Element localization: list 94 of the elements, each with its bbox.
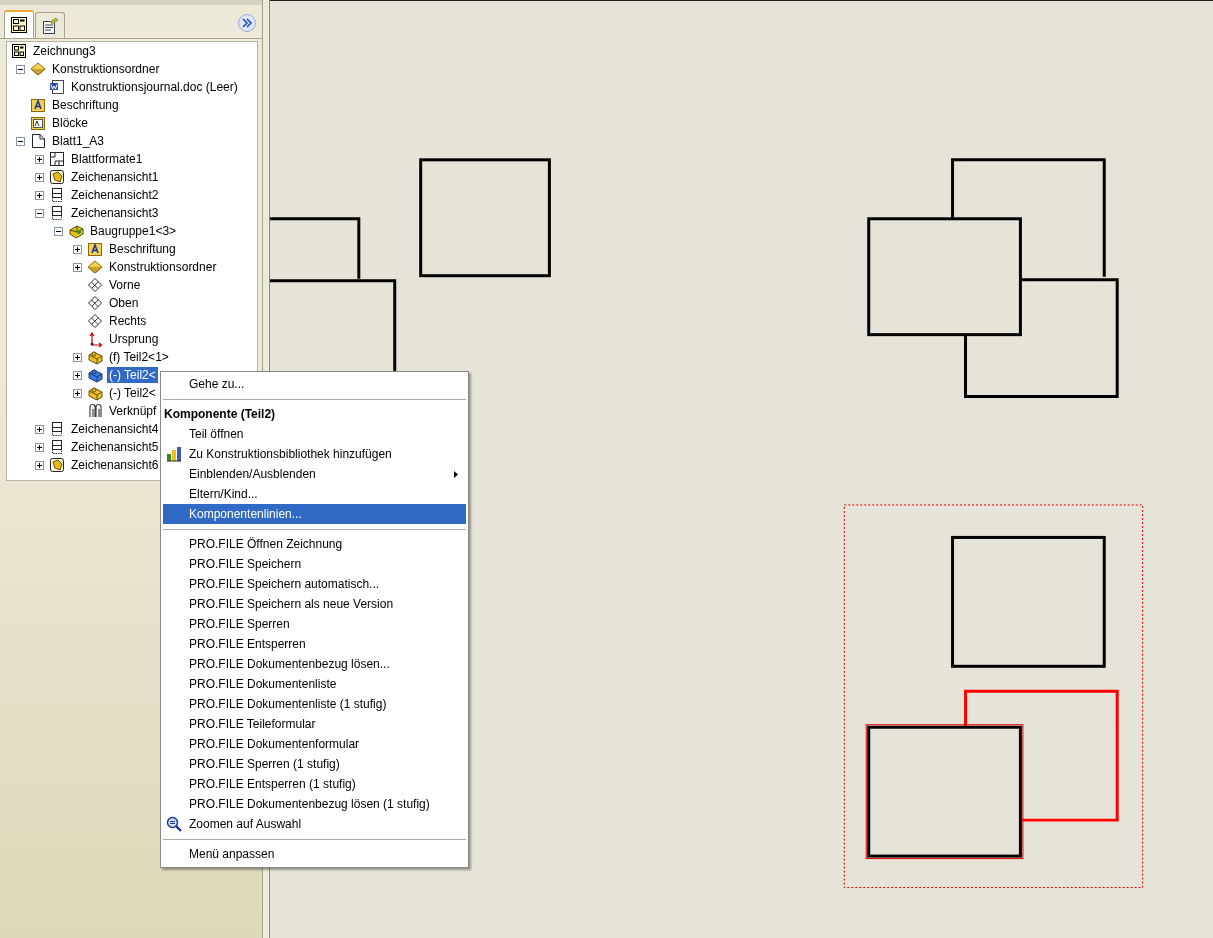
menu-item[interactable]: PRO.FILE Teileformular (163, 714, 466, 734)
tree-item[interactable]: Beschriftung (107, 241, 178, 257)
part-view-icon (49, 169, 65, 185)
tree-item[interactable]: Zeichenansicht2 (69, 187, 161, 203)
part-view-icon (49, 457, 65, 473)
expand-toggle[interactable] (73, 388, 82, 398)
tree-item[interactable]: Blöcke (50, 115, 91, 131)
tree-item[interactable]: Blatt1_A3 (50, 133, 107, 149)
menu-item[interactable]: PRO.FILE Sperren (163, 614, 466, 634)
expand-toggle[interactable] (35, 460, 44, 470)
drawing-icon (11, 43, 27, 59)
panel-tab[interactable] (4, 10, 34, 38)
document-icon (49, 79, 65, 95)
annotation-icon (30, 97, 46, 113)
expand-toggle[interactable] (73, 352, 82, 362)
expand-toggle[interactable] (73, 244, 82, 254)
menu-item[interactable]: Zu Konstruktionsbibliothek hinzufügen (163, 444, 466, 464)
menu-item[interactable]: PRO.FILE Dokumentenbezug lösen... (163, 654, 466, 674)
menu-item[interactable]: PRO.FILE Dokumentenbezug lösen (1 stufig) (163, 794, 466, 814)
tree-item[interactable]: Konstruktionsjournal.doc (Leer) (69, 79, 240, 95)
part-icon (87, 385, 103, 401)
tree-item[interactable]: Oben (107, 295, 141, 311)
tree-item[interactable]: Baugruppe1<3> (88, 223, 179, 239)
expand-toggle[interactable] (35, 442, 44, 452)
expand-toggle[interactable] (35, 172, 44, 182)
view-icon (49, 187, 65, 203)
tree-item[interactable]: Verknüpf (107, 403, 159, 419)
folder-icon (30, 61, 46, 77)
menu-item[interactable]: Gehe zu... (163, 374, 466, 394)
tree-item[interactable]: Zeichenansicht4 (69, 421, 161, 437)
collapse-toggle[interactable] (16, 136, 25, 146)
tree-item[interactable]: Zeichenansicht6 (69, 457, 161, 473)
menu-item[interactable]: PRO.FILE Speichern als neue Version (163, 594, 466, 614)
bar-chart-icon (166, 446, 182, 462)
plane-icon (87, 295, 103, 311)
menu-item[interactable]: PRO.FILE Dokumentenformular (163, 734, 466, 754)
tree-item[interactable]: (-) Teil2< (107, 367, 158, 383)
annotation-icon (87, 241, 103, 257)
expand-toggle[interactable] (73, 370, 82, 380)
tree-item[interactable]: Blattformate1 (69, 151, 145, 167)
menu-item[interactable]: Eltern/Kind... (163, 484, 466, 504)
panel-tab[interactable] (35, 12, 65, 38)
menu-item[interactable]: PRO.FILE Sperren (1 stufig) (163, 754, 466, 774)
tree-item[interactable]: (-) Teil2< (107, 385, 158, 401)
view-icon (49, 205, 65, 221)
view-icon (49, 439, 65, 455)
tree-item[interactable]: (f) Teil2<1> (107, 349, 171, 365)
menu-item[interactable]: Komponentenlinien... (163, 504, 466, 524)
tree-item[interactable]: Zeichenansicht3 (69, 205, 161, 221)
sheet-format-icon (49, 151, 65, 167)
menu-item[interactable]: PRO.FILE Öffnen Zeichnung (163, 534, 466, 554)
tree-item[interactable]: Konstruktionsordner (107, 259, 219, 275)
plane-icon (87, 277, 103, 293)
expand-button[interactable] (238, 14, 256, 32)
expand-toggle[interactable] (35, 154, 44, 164)
tree-item[interactable]: Zeichnung3 (31, 43, 98, 59)
origin-icon (87, 331, 103, 347)
folder-icon (87, 259, 103, 275)
menu-item[interactable]: PRO.FILE Dokumentenliste (163, 674, 466, 694)
tree-item[interactable]: Zeichenansicht5 (69, 439, 161, 455)
menu-item[interactable]: PRO.FILE Entsperren (1 stufig) (163, 774, 466, 794)
tree-item[interactable]: Konstruktionsordner (50, 61, 162, 77)
part-icon (87, 367, 103, 383)
menu-item[interactable]: PRO.FILE Dokumentenliste (1 stufig) (163, 694, 466, 714)
tree-icon (10, 16, 28, 34)
part-icon (87, 349, 103, 365)
tree-item[interactable]: Rechts (107, 313, 149, 329)
plane-icon (87, 313, 103, 329)
tree-item[interactable]: Ursprung (107, 331, 161, 347)
collapse-toggle[interactable] (54, 226, 63, 236)
menu-item[interactable]: Einblenden/Ausblenden (163, 464, 466, 484)
magnifier-icon (166, 816, 182, 832)
menu-item[interactable]: Teil öffnen (163, 424, 466, 444)
view-icon (49, 421, 65, 437)
menu-item[interactable]: PRO.FILE Entsperren (163, 634, 466, 654)
sheet-icon (30, 133, 46, 149)
properties-icon (41, 16, 59, 35)
assembly-icon (68, 223, 84, 239)
expand-toggle[interactable] (35, 424, 44, 434)
paperclip-icon (87, 403, 103, 419)
collapse-toggle[interactable] (16, 64, 25, 74)
collapse-toggle[interactable] (35, 208, 44, 218)
menu-heading: Komponente (Teil2) (163, 406, 277, 423)
tree-item[interactable]: Vorne (107, 277, 143, 293)
menu-item[interactable]: PRO.FILE Speichern (163, 554, 466, 574)
expand-toggle[interactable] (35, 190, 44, 200)
tree-item[interactable]: Zeichenansicht1 (69, 169, 161, 185)
tree-item[interactable]: Beschriftung (50, 97, 121, 113)
menu-item[interactable]: Zoomen auf Auswahl (163, 814, 466, 834)
menu-item[interactable]: PRO.FILE Speichern automatisch... (163, 574, 466, 594)
menu-item[interactable]: Menü anpassen (163, 844, 466, 864)
expand-toggle[interactable] (73, 262, 82, 272)
double-chevron-icon (240, 16, 254, 30)
blocks-icon (30, 115, 46, 131)
